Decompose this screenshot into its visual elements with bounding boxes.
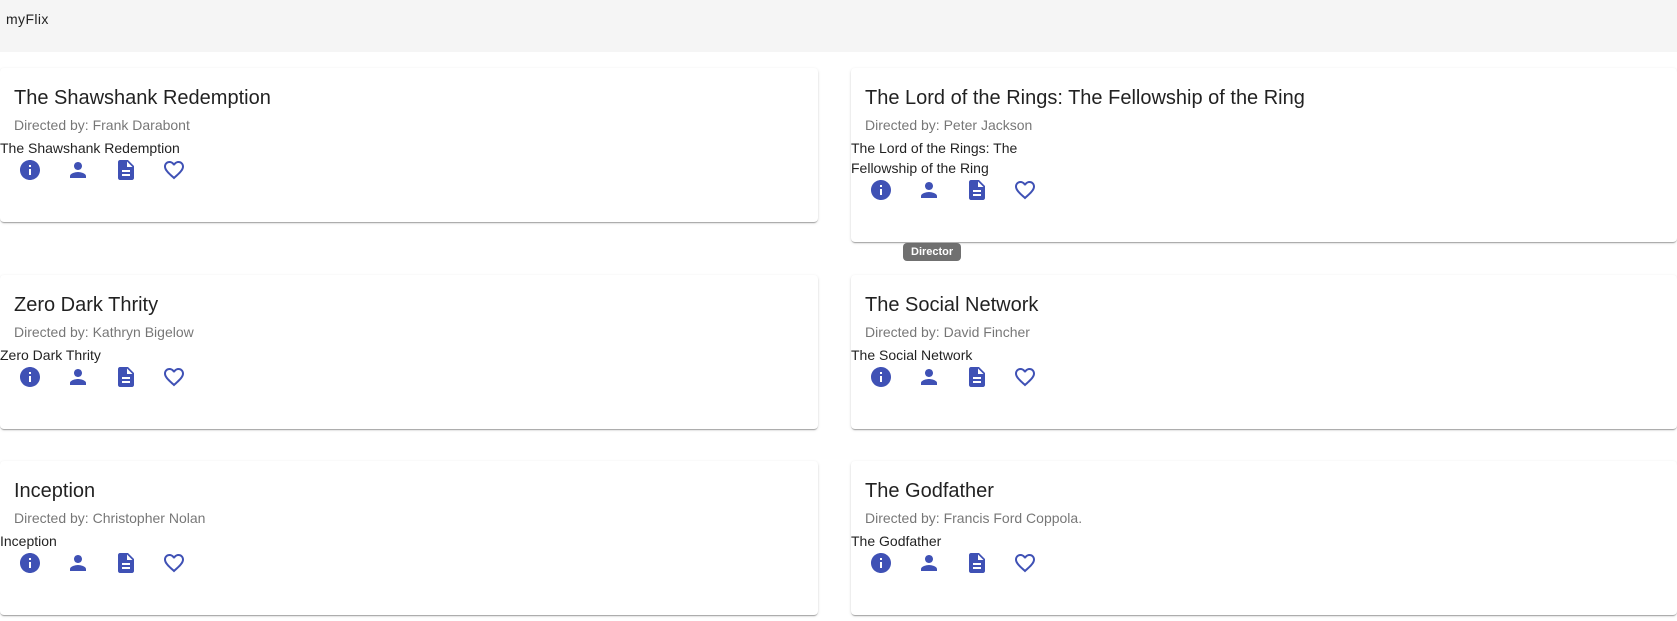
description-icon	[118, 160, 134, 180]
description-button[interactable]	[953, 170, 1001, 210]
poster-alt-text: The Lord of the Rings: The	[851, 140, 1018, 156]
app-title: myFlix	[6, 11, 49, 27]
info-button[interactable]	[6, 543, 54, 583]
description-button[interactable]	[102, 150, 150, 190]
person-icon	[921, 182, 937, 198]
info-icon	[871, 553, 891, 573]
movie-card: The Shawshank Redemption Directed by: Fra…	[0, 68, 818, 222]
info-button[interactable]	[857, 357, 905, 397]
person-icon	[70, 162, 86, 178]
favorite-button[interactable]	[1001, 543, 1049, 583]
movie-director: Directed by: Kathryn Bigelow	[14, 324, 194, 340]
movie-card: Inception Directed by: Christopher Nolan I…	[0, 461, 818, 615]
info-button[interactable]	[857, 170, 905, 210]
movie-card: Zero Dark Thrity Directed by: Kathryn Big…	[0, 275, 818, 429]
movie-director: Directed by: Frank Darabont	[14, 117, 190, 133]
favorite-button[interactable]	[150, 150, 198, 190]
favorite-button[interactable]	[150, 357, 198, 397]
movie-title: The Godfather	[865, 480, 994, 502]
favorite-border-icon	[1015, 368, 1035, 387]
app-toolbar: myFlix	[0, 0, 1677, 52]
movie-title: The Shawshank Redemption	[14, 87, 271, 109]
description-icon	[118, 367, 134, 387]
favorite-border-icon	[1015, 181, 1035, 200]
director-button[interactable]	[905, 357, 953, 397]
card-actions	[6, 150, 198, 190]
favorite-border-icon	[164, 554, 184, 573]
info-icon	[20, 160, 40, 180]
info-button[interactable]	[6, 357, 54, 397]
info-button[interactable]	[857, 543, 905, 583]
info-icon	[871, 180, 891, 200]
card-actions	[6, 543, 198, 583]
description-icon	[118, 553, 134, 573]
description-icon	[969, 553, 985, 573]
info-icon	[20, 553, 40, 573]
favorite-border-icon	[164, 161, 184, 180]
director-button[interactable]	[54, 357, 102, 397]
movie-title: The Social Network	[865, 294, 1039, 316]
description-button[interactable]	[953, 357, 1001, 397]
person-icon	[70, 555, 86, 571]
movie-director: Directed by: David Fincher	[865, 324, 1030, 340]
director-button[interactable]	[905, 170, 953, 210]
favorite-button[interactable]	[1001, 170, 1049, 210]
movie-title: The Lord of the Rings: The Fellowship of…	[865, 87, 1305, 109]
movie-title: Zero Dark Thrity	[14, 294, 159, 316]
movie-title: Inception	[14, 480, 96, 502]
card-actions	[857, 357, 1049, 397]
description-button[interactable]	[953, 543, 1001, 583]
favorite-border-icon	[1015, 554, 1035, 573]
favorite-border-icon	[164, 368, 184, 387]
movie-card: The Godfather Directed by: Francis Ford C…	[851, 461, 1677, 615]
movie-director: Directed by: Peter Jackson	[865, 117, 1033, 133]
description-button[interactable]	[102, 543, 150, 583]
card-actions	[857, 543, 1049, 583]
favorite-button[interactable]	[150, 543, 198, 583]
info-icon	[20, 367, 40, 387]
description-icon	[969, 180, 985, 200]
director-tooltip: Director	[903, 243, 962, 261]
person-icon	[921, 369, 937, 385]
card-actions	[6, 357, 198, 397]
movie-director: Directed by: Francis Ford Coppola.	[865, 510, 1083, 526]
director-button[interactable]	[905, 543, 953, 583]
director-button[interactable]	[54, 150, 102, 190]
description-button[interactable]	[102, 357, 150, 397]
movie-card: The Social Network Directed by: David Fin…	[851, 275, 1677, 429]
info-icon	[871, 367, 891, 387]
movie-card: The Lord of the Rings: The Fellowship of…	[851, 68, 1677, 242]
person-icon	[70, 369, 86, 385]
director-button[interactable]	[54, 543, 102, 583]
info-button[interactable]	[6, 150, 54, 190]
favorite-button[interactable]	[1001, 357, 1049, 397]
card-actions	[857, 170, 1049, 210]
description-icon	[969, 367, 985, 387]
person-icon	[921, 555, 937, 571]
movie-director: Directed by: Christopher Nolan	[14, 510, 206, 526]
